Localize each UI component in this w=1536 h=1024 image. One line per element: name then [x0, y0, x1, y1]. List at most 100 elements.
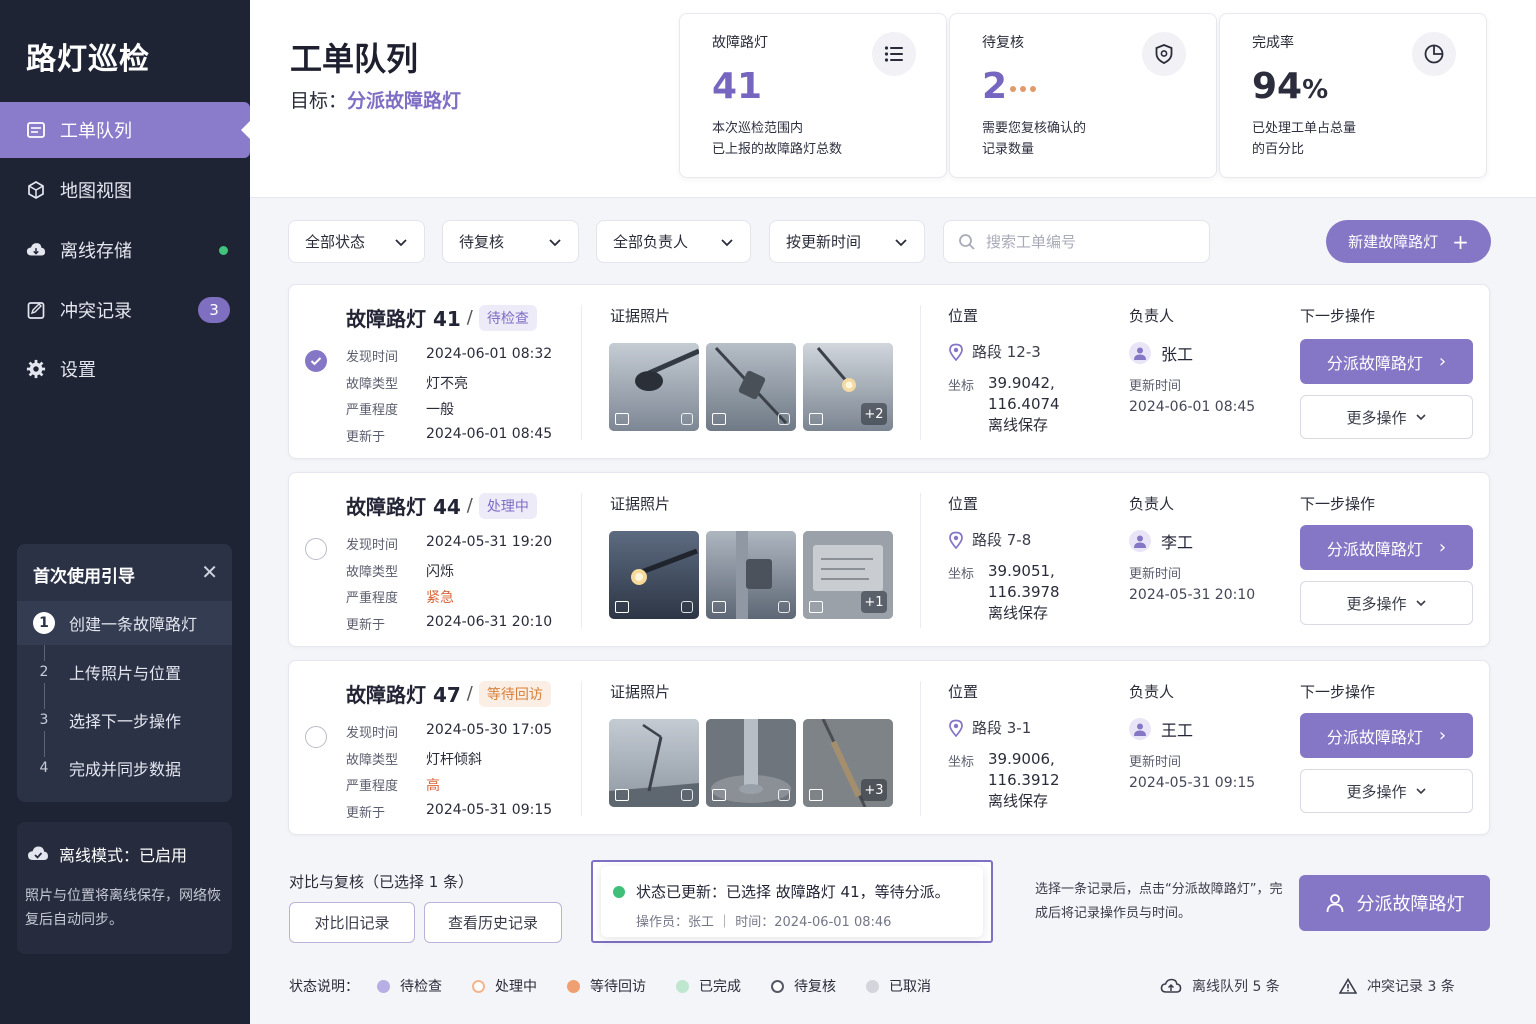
chevron-down-icon: [721, 239, 733, 247]
owner-name: 张工: [1161, 345, 1194, 364]
work-order-card[interactable]: 故障路灯 47/ 等待回访 发现时间 2024-05-30 17:05 故障类型灯…: [288, 660, 1490, 835]
sidebar-item-label: 冲突记录: [60, 301, 132, 322]
list-icon: [872, 32, 916, 76]
sidebar-item-label: 离线存储: [60, 241, 132, 262]
map-pin-icon: [949, 719, 963, 737]
assign-main-button[interactable]: 分派故障路灯: [1299, 875, 1490, 931]
evidence-photo[interactable]: +1: [803, 531, 893, 619]
edit-doc-icon: [26, 300, 46, 320]
status-filter-dropdown[interactable]: 全部状态: [288, 220, 425, 263]
avatar: [1129, 718, 1151, 740]
sidebar-item-label: 设置: [60, 360, 96, 381]
more-actions-button[interactable]: 更多操作: [1300, 581, 1473, 625]
chevron-down-icon: [1415, 600, 1426, 607]
new-faulty-light-button[interactable]: 新建故障路灯 +: [1326, 220, 1491, 263]
plus-icon: +: [1452, 229, 1469, 254]
chevron-right-icon: ›: [1438, 351, 1447, 372]
chevron-down-icon: [895, 239, 907, 247]
sidebar-item-conflicts[interactable]: 冲突记录 3: [0, 282, 250, 338]
evidence-photo[interactable]: [609, 531, 699, 619]
pie-chart-icon: [1412, 32, 1456, 76]
stat-card-review: 待复核 2 需要您复核确认的 记录数量: [949, 13, 1217, 178]
more-photos-badge: +1: [861, 591, 887, 613]
sidebar-item-settings[interactable]: 设置: [0, 341, 250, 397]
chevron-down-icon: [395, 239, 407, 247]
card-title: 故障路灯 44/ 处理中: [346, 491, 537, 520]
chevron-down-icon: [1415, 414, 1426, 421]
guide-step-2[interactable]: 2 上传照片与位置: [17, 650, 232, 694]
assign-button[interactable]: 分派故障路灯 ›: [1300, 339, 1473, 384]
user-icon: [1326, 894, 1343, 913]
inbox-icon: [26, 120, 46, 140]
status-badge: 处理中: [478, 492, 537, 519]
evidence-photo[interactable]: [609, 343, 699, 431]
work-order-card[interactable]: 故障路灯 41/ 待检查 发现时间 2024-06-01 08:32 故障类型 灯不…: [288, 284, 1490, 459]
sidebar: 路灯巡检 工单队列 地图视图 离线存储 冲突记录 3 设置 首次使用引导 ✕ 1…: [0, 0, 251, 1024]
stat-value: 94%: [1252, 66, 1329, 107]
assign-button[interactable]: 分派故障路灯 ›: [1300, 713, 1473, 758]
assign-hint: 选择一条记录后，点击“分派故障路灯”，完成后将记录操作员与时间。: [1035, 882, 1283, 921]
chevron-right-icon: ›: [1438, 725, 1447, 746]
search-input[interactable]: [986, 232, 1186, 251]
stat-value: 2: [982, 66, 1008, 107]
owner-name: 李工: [1161, 533, 1194, 552]
legend-item: 处理中: [472, 976, 537, 996]
legend-item: 待复核: [771, 976, 836, 996]
sidebar-item-map-view[interactable]: 地图视图: [0, 162, 250, 218]
legend-item: 待检查: [377, 976, 442, 996]
app-brand: 路灯巡检: [26, 42, 150, 77]
more-photos-badge: +3: [861, 779, 887, 801]
review-filter-dropdown[interactable]: 待复核: [442, 220, 579, 263]
offline-queue-status[interactable]: 离线队列 5 条: [1160, 976, 1280, 996]
more-actions-button[interactable]: 更多操作: [1300, 769, 1473, 813]
stat-value: 41: [712, 66, 763, 107]
cloud-icon: [26, 240, 46, 260]
conflict-status[interactable]: 冲突记录 3 条: [1339, 976, 1455, 996]
page-header: 工单队列 目标：分派故障路灯 故障路灯 41 本次巡检范围内 已上报的故障路灯总…: [250, 0, 1536, 198]
offline-desc: 照片与位置将离线保存，网络恢复后自动同步。: [25, 888, 221, 928]
toast-message: 状态已更新：已选择 故障路灯 41，等待分派。: [636, 883, 950, 901]
evidence-photo[interactable]: +2: [803, 343, 893, 431]
evidence-photo[interactable]: [706, 531, 796, 619]
success-dot: [613, 886, 625, 898]
map-pin-icon: [949, 343, 963, 361]
status-badge: 等待回访: [478, 680, 551, 707]
more-actions-button[interactable]: 更多操作: [1300, 395, 1473, 439]
legend-item: 等待回访: [567, 976, 646, 996]
sidebar-item-label: 地图视图: [60, 181, 132, 202]
cube-icon: [26, 180, 46, 200]
avatar: [1129, 342, 1151, 364]
shield-icon: [1142, 32, 1186, 76]
view-history-button[interactable]: 查看历史记录: [424, 902, 562, 943]
sidebar-item-work-orders[interactable]: 工单队列: [0, 102, 251, 158]
select-radio[interactable]: [305, 726, 327, 748]
more-photos-badge: +2: [861, 403, 887, 425]
work-order-card[interactable]: 故障路灯 44/ 处理中 发现时间 2024-05-31 19:20 故障类型 闪烁…: [288, 472, 1490, 647]
evidence-photo[interactable]: +3: [803, 719, 893, 807]
guide-step-3[interactable]: 3 选择下一步操作: [17, 698, 232, 742]
evidence-photo[interactable]: [609, 719, 699, 807]
stat-card-completion: 完成率 94% 已处理工单占总量 的百分比: [1219, 13, 1487, 178]
guide-step-4[interactable]: 4 完成并同步数据: [17, 746, 232, 790]
chevron-down-icon: [549, 239, 561, 247]
assign-button[interactable]: 分派故障路灯 ›: [1300, 525, 1473, 570]
compare-old-button[interactable]: 对比旧记录: [289, 902, 415, 943]
close-icon[interactable]: ✕: [201, 560, 218, 584]
select-radio[interactable]: [305, 538, 327, 560]
offline-mode-panel: 离线模式：已启用 照片与位置将离线保存，网络恢复后自动同步。: [17, 822, 232, 954]
legend-item: 已完成: [676, 976, 741, 996]
sort-dropdown[interactable]: 按更新时间: [769, 220, 925, 263]
avatar: [1129, 530, 1151, 552]
evidence-photo[interactable]: [706, 343, 796, 431]
owner-filter-dropdown[interactable]: 全部负责人: [596, 220, 751, 263]
stat-card-faulty: 故障路灯 41 本次巡检范围内 已上报的故障路灯总数: [679, 13, 947, 178]
select-radio[interactable]: [305, 350, 327, 372]
onboarding-guide: 首次使用引导 ✕ 1 创建一条故障路灯 2 上传照片与位置 3 选择下一步操作 …: [17, 544, 232, 802]
status-badge: 待检查: [478, 304, 537, 331]
card-title: 故障路灯 47/ 等待回访: [346, 679, 551, 708]
guide-step-1[interactable]: 1 创建一条故障路灯: [17, 601, 232, 645]
sidebar-item-label: 工单队列: [60, 121, 132, 142]
offline-title: 离线模式：已启用: [59, 846, 188, 865]
sidebar-item-offline-storage[interactable]: 离线存储: [0, 222, 250, 278]
evidence-photo[interactable]: [706, 719, 796, 807]
